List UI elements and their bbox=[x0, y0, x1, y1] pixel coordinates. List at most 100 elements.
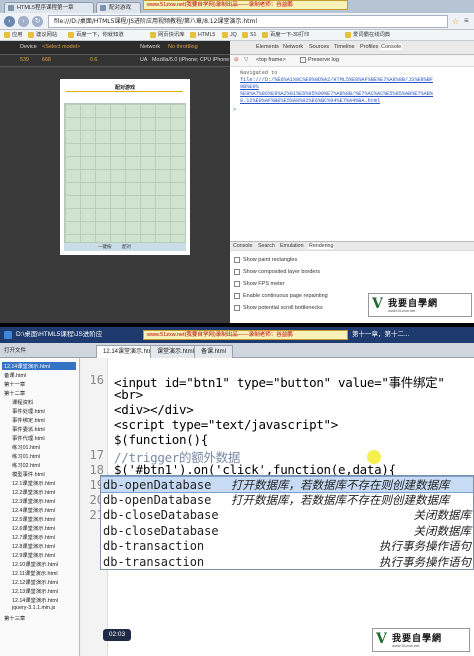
bookmark-item[interactable]: 百度一下，你就知道 bbox=[68, 31, 124, 40]
file-tree-item[interactable]: 第十一章 bbox=[4, 380, 25, 388]
drawer-tab-console[interactable]: Console bbox=[233, 243, 252, 249]
file-tree-item[interactable]: 12.1课堂演示.html bbox=[12, 479, 55, 487]
file-tree-item[interactable]: 12.8课堂演示.html bbox=[12, 542, 55, 550]
file-tree-item[interactable]: 12.7课堂演示.html bbox=[12, 533, 55, 541]
bookmark-item[interactable]: 爱词霸在线词典 bbox=[345, 31, 390, 40]
url-input[interactable]: file:///D:/桌面/HTML5课程/JS进阶应用视频教程/第八章/8.1… bbox=[48, 15, 448, 28]
tab-bar: HTML5程序课程第一章 配对游戏 www.51zxw.net(我要自学网)录制… bbox=[0, 0, 474, 13]
file-tree-item[interactable]: 备课.html bbox=[4, 371, 26, 379]
file-tree-item[interactable]: 12.2课堂演示.html bbox=[12, 488, 55, 496]
star-icon[interactable]: ☆ bbox=[452, 17, 459, 26]
drawer-tab-search[interactable]: Search bbox=[258, 243, 275, 249]
bookmark-item[interactable]: 百度一下-30打印 bbox=[262, 31, 309, 40]
checkbox[interactable] bbox=[234, 293, 240, 299]
file-tree-item[interactable]: 12.6课堂演示.html bbox=[12, 524, 55, 532]
bookmark-item[interactable]: 建议网站 bbox=[28, 31, 57, 40]
autocomplete-item[interactable]: db-openDatabase 打开数据库，若数据库不存在则创建数据库 bbox=[101, 492, 473, 509]
footer-right[interactable]: 配对 bbox=[122, 243, 131, 251]
file-tree-item[interactable]: 事件代理.html bbox=[12, 434, 45, 442]
autocomplete-desc: 执行事务操作语句 bbox=[379, 539, 471, 553]
refresh-icon[interactable]: ↻ bbox=[32, 16, 43, 27]
file-tree-item[interactable]: jquery-3.1.1.min.js bbox=[12, 605, 55, 611]
file-tree-item[interactable]: 12.13课堂演示.html bbox=[12, 587, 58, 595]
tab-profiles[interactable]: Profiles bbox=[360, 44, 378, 50]
tab-timeline[interactable]: Timeline bbox=[334, 44, 355, 50]
file-tree-item[interactable]: 练习01.html bbox=[12, 452, 40, 460]
forward-icon[interactable]: › bbox=[18, 16, 29, 27]
bookmark-item[interactable]: 网页快讯库 bbox=[150, 31, 185, 40]
game-grid[interactable] bbox=[64, 103, 186, 243]
autocomplete-item[interactable]: db-closeDatabase 关闭数据库 bbox=[101, 523, 473, 540]
editor-tab[interactable]: 备课.html bbox=[194, 345, 234, 358]
prompt-icon[interactable]: > bbox=[233, 107, 236, 113]
file-tree-item[interactable]: 12.12课堂演示.html bbox=[12, 578, 58, 586]
file-tree-item[interactable]: 课程资料 bbox=[12, 398, 33, 406]
bookmark-item[interactable]: JQ bbox=[222, 31, 237, 40]
autocomplete-item[interactable]: db-transaction 执行事务操作语句 bbox=[101, 538, 473, 555]
menu-icon[interactable]: ≡ bbox=[464, 16, 469, 25]
autocomplete-popup[interactable]: db-openDatabase 打开数据库，若数据库不存在则创建数据库 db-ope… bbox=[100, 475, 474, 570]
file-tree-item[interactable]: 练习01.html bbox=[12, 443, 40, 451]
browser-tab-1[interactable]: HTML5程序课程第一章 bbox=[4, 2, 94, 13]
footer-left[interactable]: 一键按 bbox=[98, 243, 112, 251]
ua-input[interactable]: Mozilla/5.0 (iPhone; CPU iPhone OS bbox=[152, 57, 238, 63]
file-tree-item[interactable]: 第十二章 bbox=[4, 389, 25, 397]
option-paint-rectangles[interactable]: Show paint rectangles bbox=[234, 257, 297, 263]
frame-select[interactable]: <top frame> bbox=[256, 57, 286, 63]
file-tree-item[interactable]: 12.9课堂演示.html bbox=[12, 551, 55, 559]
option-layer-borders[interactable]: Show composited layer borders bbox=[234, 269, 320, 275]
file-tree-item[interactable]: 12.5课堂演示.html bbox=[12, 515, 55, 523]
file-tree-item[interactable]: 12.10课堂演示.html bbox=[12, 560, 58, 568]
drawer-tab-emulation[interactable]: Emulation bbox=[280, 243, 304, 249]
checkbox[interactable] bbox=[234, 257, 240, 263]
file-tree-item[interactable]: 模型事件.html bbox=[12, 470, 45, 478]
file-tree-item[interactable]: 事件委派.html bbox=[12, 425, 45, 433]
bookmark-item[interactable]: S1 bbox=[242, 31, 256, 40]
height-input[interactable]: 668 bbox=[42, 57, 51, 63]
file-tree-item[interactable]: 12.11课堂演示.html bbox=[12, 569, 58, 577]
file-tree-item[interactable]: 事件绑定.html bbox=[12, 416, 45, 424]
file-tree-item[interactable]: 第十三章 bbox=[4, 614, 25, 622]
file-tree-item[interactable]: 12.3课堂演示.html bbox=[12, 497, 55, 505]
code-line[interactable]: <input id="btn1" type="button" value="事件… bbox=[114, 372, 445, 391]
tab-sources[interactable]: Sources bbox=[309, 44, 329, 50]
network-select[interactable]: No throttling bbox=[168, 44, 198, 50]
file-tree-item[interactable]: 12.14课堂演示.html bbox=[12, 596, 58, 604]
file-tree-item[interactable]: 事件处理.html bbox=[12, 407, 45, 415]
code-line[interactable]: $(function(){ bbox=[114, 432, 208, 447]
clear-icon[interactable]: ⊘ bbox=[234, 57, 239, 63]
code-line[interactable]: <br> bbox=[114, 387, 143, 402]
autocomplete-item[interactable]: db-transaction 执行事务操作语句 bbox=[101, 554, 473, 571]
code-line[interactable]: <div></div> bbox=[114, 402, 194, 417]
option-scroll-bottlenecks[interactable]: Show potential scroll bottlenecks bbox=[234, 305, 323, 311]
file-tree-item[interactable]: 12.4课堂演示.html bbox=[12, 506, 55, 514]
autocomplete-name: db-closeDatabase bbox=[103, 523, 219, 538]
autocomplete-item[interactable]: db-openDatabase 打开数据库，若数据库不存在则创建数据库 bbox=[101, 476, 473, 493]
console-link[interactable]: file:///D:/%E6%A1%8C%E9%9D%A2/HTML5%E8%A… bbox=[240, 77, 433, 83]
file-tree-item[interactable]: 12.14课堂演示.html bbox=[2, 362, 76, 370]
drawer-tab-rendering[interactable]: Rendering bbox=[308, 243, 335, 249]
option-continuous-repaint[interactable]: Enable continuous page repainting bbox=[234, 293, 328, 299]
back-icon[interactable]: ‹ bbox=[4, 16, 15, 27]
bookmark-item[interactable]: HTML5 bbox=[190, 31, 215, 40]
autocomplete-item[interactable]: db-closeDatabase 关闭数据库 bbox=[101, 507, 473, 524]
tab-network[interactable]: Network bbox=[283, 44, 303, 50]
filter-icon[interactable]: ▽ bbox=[244, 57, 248, 63]
tab-console[interactable]: Console bbox=[380, 44, 403, 50]
preserve-log-checkbox[interactable] bbox=[300, 57, 306, 63]
console-link[interactable]: %E8%A7%86%E9%A2%91%E6%95%99%E7%A8%8B/%E7… bbox=[240, 91, 433, 97]
console-link[interactable]: 9B%E9% bbox=[240, 84, 259, 90]
tab-elements[interactable]: Elements bbox=[256, 44, 279, 50]
device-select[interactable]: <Select model> bbox=[42, 44, 80, 50]
width-input[interactable]: 539 bbox=[20, 57, 29, 63]
checkbox[interactable] bbox=[234, 269, 240, 275]
file-tree-item[interactable]: 练习02.html bbox=[12, 461, 40, 469]
console-link[interactable]: 8.12%E8%AF%BE%E5%A0%82%E6%BC%94%E7%A4%BA… bbox=[240, 98, 380, 104]
option-fps-meter[interactable]: Show FPS meter bbox=[234, 281, 285, 287]
scale-input[interactable]: 0.6 bbox=[90, 57, 97, 63]
code-line[interactable]: <script type="text/javascript"> bbox=[114, 417, 338, 432]
browser-tab-2[interactable]: 配对游戏 bbox=[96, 2, 141, 13]
bookmark-item[interactable]: 应用 bbox=[4, 31, 23, 40]
checkbox[interactable] bbox=[234, 281, 240, 287]
checkbox[interactable] bbox=[234, 305, 240, 311]
